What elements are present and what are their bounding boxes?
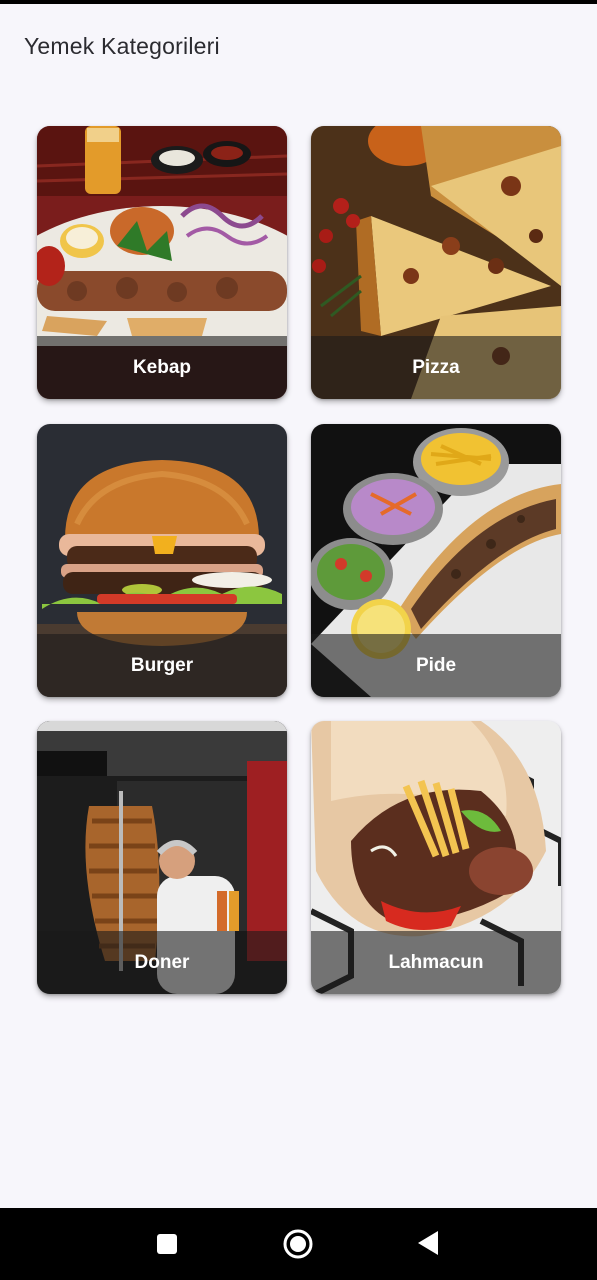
category-label: Pide [415,654,457,676]
category-label-bar: Lahmacun [311,931,561,994]
back-triangle-icon[interactable] [416,1230,440,1256]
category-label: Pizza [412,356,460,378]
category-card-burger[interactable]: Burger [37,424,287,697]
category-label-bar: Kebap [37,336,287,399]
category-card-pide[interactable]: Pide [311,424,561,697]
status-bar [0,0,597,4]
category-label: Lahmacun [388,951,484,973]
category-label-bar: Pizza [311,336,561,399]
category-label: Burger [130,654,194,676]
category-label: Kebap [132,356,192,378]
category-label: Doner [134,951,190,973]
category-card-pizza[interactable]: Pizza [311,126,561,399]
category-card-kebap[interactable]: Kebap [37,126,287,399]
category-label-bar: Pide [311,634,561,697]
category-label-bar: Burger [37,634,287,697]
system-navigation-bar [0,1208,597,1280]
home-circle-icon[interactable] [282,1228,314,1260]
category-card-lahmacun[interactable]: Lahmacun [311,721,561,994]
recents-square-icon[interactable] [155,1232,179,1256]
page-title: Yemek Kategorileri [24,33,220,59]
category-label-bar: Doner [37,931,287,994]
category-card-doner[interactable]: Doner [37,721,287,994]
